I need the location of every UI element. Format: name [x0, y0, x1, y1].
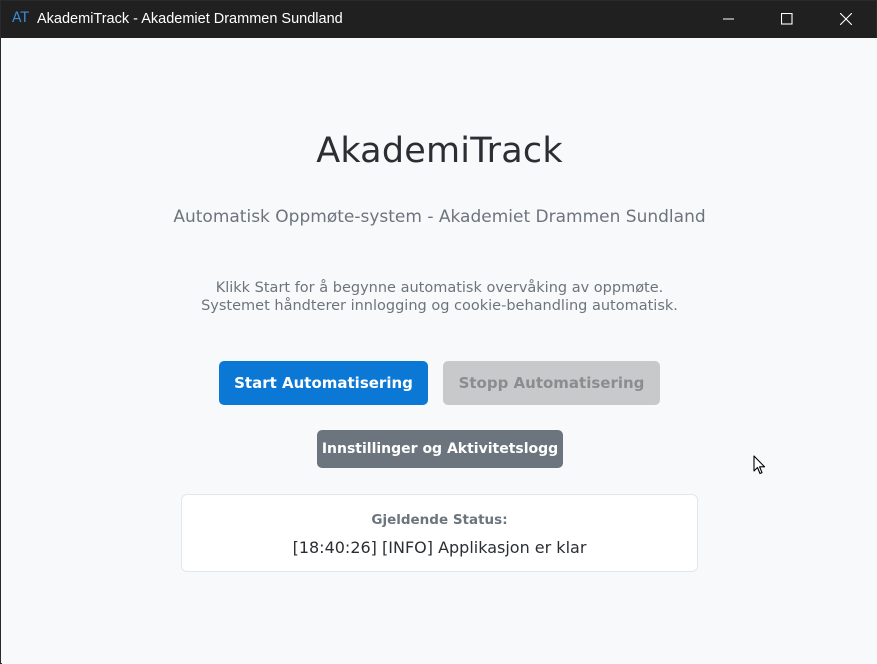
close-icon: [840, 13, 852, 25]
app-window: AT AkademiTrack - Akademiet Drammen Sund…: [0, 0, 877, 664]
status-message: [18:40:26] [INFO] Applikasjon er klar: [292, 538, 587, 557]
settings-and-activity-log-button[interactable]: Innstillinger og Aktivitetslogg: [317, 430, 563, 468]
maximize-button[interactable]: [759, 1, 817, 38]
title-bar[interactable]: AT AkademiTrack - Akademiet Drammen Sund…: [1, 1, 876, 38]
window-title: AkademiTrack - Akademiet Drammen Sundlan…: [37, 11, 343, 27]
maximize-icon: [781, 13, 793, 25]
app-logo-icon: AT: [12, 10, 30, 26]
close-button[interactable]: [818, 1, 876, 38]
page-title: AkademiTrack: [316, 131, 563, 171]
page-subtitle: Automatisk Oppmøte-system - Akademiet Dr…: [173, 207, 706, 227]
mouse-cursor-icon: [753, 455, 766, 475]
instructions-text: Klikk Start for å begynne automatisk ove…: [2, 279, 877, 315]
start-automation-button[interactable]: Start Automatisering: [219, 361, 428, 405]
minimize-icon: [723, 18, 734, 20]
instruction-line-2: Systemet håndterer innlogging og cookie-…: [201, 298, 678, 314]
instruction-line-1: Klikk Start for å begynne automatisk ove…: [215, 280, 664, 296]
stop-automation-button[interactable]: Stopp Automatisering: [443, 361, 660, 405]
minimize-button[interactable]: [701, 1, 759, 38]
status-panel: Gjeldende Status: [18:40:26] [INFO] Appl…: [181, 494, 698, 572]
main-content: AkademiTrack Automatisk Oppmøte-system -…: [2, 38, 877, 664]
status-label: Gjeldende Status:: [371, 512, 508, 528]
